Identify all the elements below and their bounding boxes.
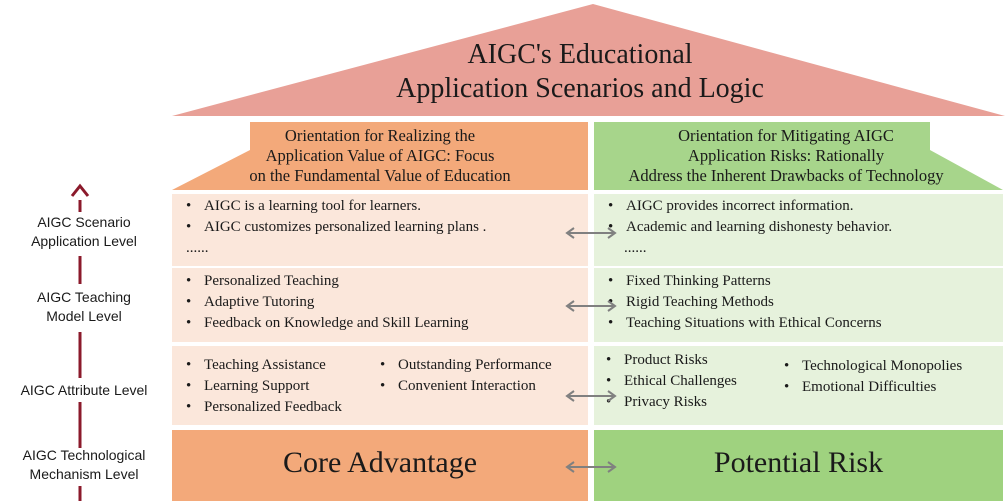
list-item: Teaching Assistance xyxy=(180,355,342,376)
attribute-left-col-1: Teaching Assistance Learning Support Per… xyxy=(180,355,342,418)
list-item: Convenient Interaction xyxy=(374,376,552,397)
level-label-teaching-line-2: Model Level xyxy=(46,308,122,324)
list-item: Personalized Teaching xyxy=(180,271,469,292)
left-orientation-line-2: Application Value of AIGC: Focus xyxy=(265,146,495,165)
teaching-left-content: Personalized Teaching Adaptive Tutoring … xyxy=(180,271,469,334)
list-item: Emotional Difficulties xyxy=(778,377,962,398)
list-item: Fixed Thinking Patterns xyxy=(602,271,882,292)
title-line-1: AIGC's Educational xyxy=(467,39,693,70)
list-item: Learning Support xyxy=(180,376,342,397)
level-label-mechanism-line-2: Mechanism Level xyxy=(29,466,139,482)
list-item: Rigid Teaching Methods xyxy=(602,292,882,313)
diagram-title: AIGC's Educational Application Scenarios… xyxy=(330,38,830,106)
right-orientation-line-2: Application Risks: Rationally xyxy=(687,146,885,165)
left-orientation-header: Orientation for Realizing the Applicatio… xyxy=(172,126,588,186)
level-label-teaching-line-1: AIGC Teaching xyxy=(37,289,131,305)
double-arrow-icon xyxy=(565,300,617,312)
left-orientation-line-1: Orientation for Realizing the xyxy=(284,126,476,145)
ellipsis-text: ...... xyxy=(186,240,209,256)
right-orientation-line-3: Address the Inherent Drawbacks of Techno… xyxy=(628,166,944,185)
attribute-right-col-2: Technological Monopolies Emotional Diffi… xyxy=(778,356,962,398)
list-item: Product Risks xyxy=(600,350,737,371)
level-label-attribute-line-1: AIGC Attribute Level xyxy=(20,382,148,398)
list-item: Personalized Feedback xyxy=(180,397,342,418)
level-label-scenario: AIGC Scenario Application Level xyxy=(0,213,168,251)
level-label-scenario-line-2: Application Level xyxy=(31,233,137,249)
list-item: AIGC provides incorrect information. xyxy=(602,196,892,217)
list-item: Outstanding Performance xyxy=(374,355,552,376)
right-orientation-header: Orientation for Mitigating AIGC Applicat… xyxy=(574,126,998,186)
double-arrow-icon xyxy=(565,390,617,402)
list-item: Adaptive Tutoring xyxy=(180,292,469,313)
list-item: Teaching Situations with Ethical Concern… xyxy=(602,313,882,334)
title-line-2: Application Scenarios and Logic xyxy=(396,73,764,104)
right-orientation-line-1: Orientation for Mitigating AIGC xyxy=(678,126,894,145)
teaching-right-content: Fixed Thinking Patterns Rigid Teaching M… xyxy=(602,271,882,334)
left-orientation-line-3: on the Fundamental Value of Education xyxy=(249,166,511,185)
core-advantage-label: Core Advantage xyxy=(282,446,478,479)
list-item: Technological Monopolies xyxy=(778,356,962,377)
level-label-scenario-line-1: AIGC Scenario xyxy=(37,214,131,230)
double-arrow-icon xyxy=(565,461,617,473)
scenario-left-content: AIGC is a learning tool for learners. AI… xyxy=(180,196,486,259)
list-item: Ethical Challenges xyxy=(600,371,737,392)
attribute-left-col-2: Outstanding Performance Convenient Inter… xyxy=(374,355,552,397)
list-item: Feedback on Knowledge and Skill Learning xyxy=(180,313,469,334)
level-label-mechanism-line-1: AIGC Technological xyxy=(22,447,146,463)
potential-risk-label: Potential Risk xyxy=(713,446,884,479)
list-item: Privacy Risks xyxy=(600,392,737,413)
list-item: Academic and learning dishonesty behavio… xyxy=(602,217,892,238)
double-arrow-icon xyxy=(565,227,617,239)
level-label-teaching: AIGC Teaching Model Level xyxy=(0,288,168,326)
scenario-right-content: AIGC provides incorrect information. Aca… xyxy=(602,196,892,259)
list-item: AIGC customizes personalized learning pl… xyxy=(180,217,486,238)
attribute-right-col-1: Product Risks Ethical Challenges Privacy… xyxy=(600,350,737,413)
list-item: AIGC is a learning tool for learners. xyxy=(180,196,486,217)
level-label-attribute: AIGC Attribute Level xyxy=(0,381,168,400)
ellipsis-text: ...... xyxy=(624,240,647,256)
level-label-mechanism: AIGC Technological Mechanism Level xyxy=(0,446,168,484)
